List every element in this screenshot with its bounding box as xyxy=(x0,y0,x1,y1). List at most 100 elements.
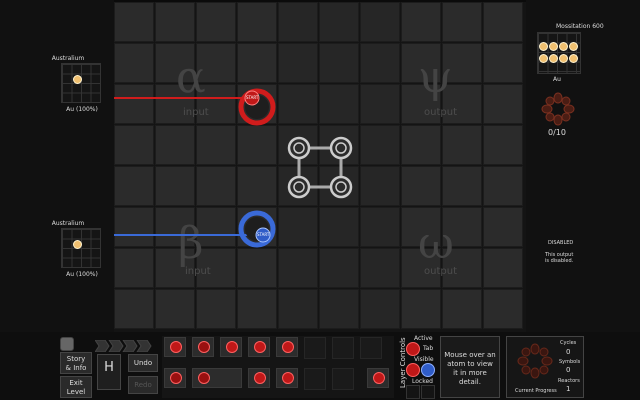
reactor-grid-cell[interactable] xyxy=(483,166,523,206)
instruction-slot[interactable] xyxy=(332,337,354,359)
speed-indicator-icon[interactable] xyxy=(60,337,74,351)
reactor-grid-cell[interactable] xyxy=(237,248,277,288)
reactor-grid-cell[interactable] xyxy=(237,2,277,42)
reactor-grid-cell[interactable] xyxy=(319,207,359,247)
visible-blue-layer-toggle[interactable] xyxy=(421,363,435,377)
reactor-grid-cell[interactable] xyxy=(114,289,154,329)
locked-red-layer-toggle[interactable] xyxy=(406,385,420,399)
reactor-grid-cell[interactable] xyxy=(360,248,400,288)
atom-icon xyxy=(569,42,578,51)
instruction-move-left[interactable] xyxy=(164,368,186,388)
reactor-grid-cell[interactable] xyxy=(401,289,441,329)
reactor-grid-cell[interactable] xyxy=(319,43,359,83)
reactor-grid-cell[interactable] xyxy=(237,166,277,206)
reactor-grid-cell[interactable] xyxy=(442,125,482,165)
visible-red-layer-toggle[interactable] xyxy=(406,363,420,377)
reactor-grid-cell[interactable] xyxy=(114,248,154,288)
reactor-grid-cell[interactable] xyxy=(319,289,359,329)
reactor-grid-cell[interactable] xyxy=(483,207,523,247)
reactor-grid-cell[interactable] xyxy=(319,2,359,42)
reactor-grid-cell[interactable] xyxy=(278,248,318,288)
instruction-sync[interactable] xyxy=(164,337,186,357)
reactor-grid-cell[interactable] xyxy=(114,166,154,206)
exit-level-button[interactable]: Exit Level xyxy=(60,376,92,398)
reactor-grid-cell[interactable] xyxy=(155,125,195,165)
output-psi-molecule-preview[interactable] xyxy=(537,32,581,74)
left-side-panel: Australium Au (100%) Australium Au (100%… xyxy=(0,0,114,332)
reactor-grid-cell[interactable] xyxy=(401,2,441,42)
reactor-grid-cell[interactable] xyxy=(155,2,195,42)
instruction-drop[interactable] xyxy=(248,368,270,388)
reactor-grid-cell[interactable] xyxy=(360,289,400,329)
output-psi-symbol: Au xyxy=(553,76,561,83)
reactor-grid-cell[interactable] xyxy=(114,125,154,165)
reactor-grid-cell[interactable] xyxy=(278,43,318,83)
reactor-grid-cell[interactable] xyxy=(155,166,195,206)
instruction-slot[interactable] xyxy=(360,337,382,359)
reactor-grid-cell[interactable] xyxy=(360,125,400,165)
instruction-output[interactable] xyxy=(367,368,389,388)
zone-beta-letter: β xyxy=(178,218,204,269)
reactor-grid-cell[interactable] xyxy=(237,43,277,83)
reactor-grid-cell[interactable] xyxy=(360,84,400,124)
reactor-grid-cell[interactable] xyxy=(114,207,154,247)
instruction-move-arrows[interactable] xyxy=(192,368,242,388)
input-beta-molecule-preview[interactable] xyxy=(61,228,101,268)
blue-waldo[interactable]: START xyxy=(237,209,277,249)
hydrogen-element-button[interactable]: H xyxy=(97,354,121,390)
active-red-layer-toggle[interactable] xyxy=(406,342,420,356)
reactor-grid-cell[interactable] xyxy=(360,43,400,83)
reactor-grid-cell[interactable] xyxy=(360,207,400,247)
reactor-grid-cell[interactable] xyxy=(401,166,441,206)
red-waldo[interactable]: START xyxy=(237,87,277,127)
reactor-grid-cell[interactable] xyxy=(278,207,318,247)
reactor-grid-cell[interactable] xyxy=(442,289,482,329)
reactor-grid-cell[interactable] xyxy=(319,84,359,124)
reactor-grid-cell[interactable] xyxy=(442,166,482,206)
instruction-slot[interactable] xyxy=(332,368,354,390)
reactor-grid-cell[interactable] xyxy=(360,166,400,206)
reactor-grid-cell[interactable] xyxy=(114,2,154,42)
input-alpha-molecule-preview[interactable] xyxy=(61,63,101,103)
reactor-grid-cell[interactable] xyxy=(278,84,318,124)
instruction-grab[interactable] xyxy=(248,337,270,357)
reactor-grid-cell[interactable] xyxy=(278,2,318,42)
reactor-grid-cell[interactable] xyxy=(237,125,277,165)
bonder-group[interactable] xyxy=(279,129,363,207)
instruction-move-up[interactable] xyxy=(192,337,214,357)
instruction-slot[interactable] xyxy=(304,368,326,390)
reactor-grid-cell[interactable] xyxy=(196,289,236,329)
undo-button[interactable]: Undo xyxy=(128,354,158,372)
atom-icon xyxy=(539,42,548,51)
input-beta-element-symbol: Au (100%) xyxy=(66,271,98,278)
reactor-grid-cell[interactable] xyxy=(237,289,277,329)
reactor-grid-cell[interactable] xyxy=(155,289,195,329)
reactor-grid-cell[interactable] xyxy=(442,2,482,42)
reactor-grid-cell[interactable] xyxy=(360,2,400,42)
zone-alpha-label: input xyxy=(183,107,209,118)
reactor-grid-cell[interactable] xyxy=(278,289,318,329)
atom-info-text: Mouse over an atom to view it in more de… xyxy=(444,351,496,386)
instruction-slot[interactable] xyxy=(304,337,326,359)
reactor-grid-cell[interactable] xyxy=(114,84,154,124)
reactor-grid-cell[interactable] xyxy=(196,166,236,206)
reactor-grid-cell[interactable] xyxy=(114,43,154,83)
reactor-grid-cell[interactable] xyxy=(483,248,523,288)
instruction-bond-plus[interactable] xyxy=(220,337,242,357)
reactor-grid-cell[interactable] xyxy=(483,125,523,165)
reactor-grid-cell[interactable] xyxy=(483,289,523,329)
story-info-button[interactable]: Story & Info xyxy=(60,352,92,374)
reactor-grid-cell[interactable] xyxy=(483,43,523,83)
reactor-grid-cell[interactable] xyxy=(401,125,441,165)
atom-icon xyxy=(569,54,578,63)
reactor-grid-cell[interactable] xyxy=(483,2,523,42)
instruction-input[interactable] xyxy=(276,337,298,357)
locked-blue-layer-toggle[interactable] xyxy=(421,385,435,399)
reactor-grid-cell[interactable] xyxy=(483,84,523,124)
instruction-rotate[interactable] xyxy=(276,368,298,388)
reactor-grid-cell[interactable] xyxy=(196,2,236,42)
reactor-grid-cell[interactable] xyxy=(319,248,359,288)
speed-arrows-icon[interactable] xyxy=(94,337,155,353)
redo-button[interactable]: Redo xyxy=(128,376,158,394)
reactor-grid-cell[interactable] xyxy=(196,125,236,165)
